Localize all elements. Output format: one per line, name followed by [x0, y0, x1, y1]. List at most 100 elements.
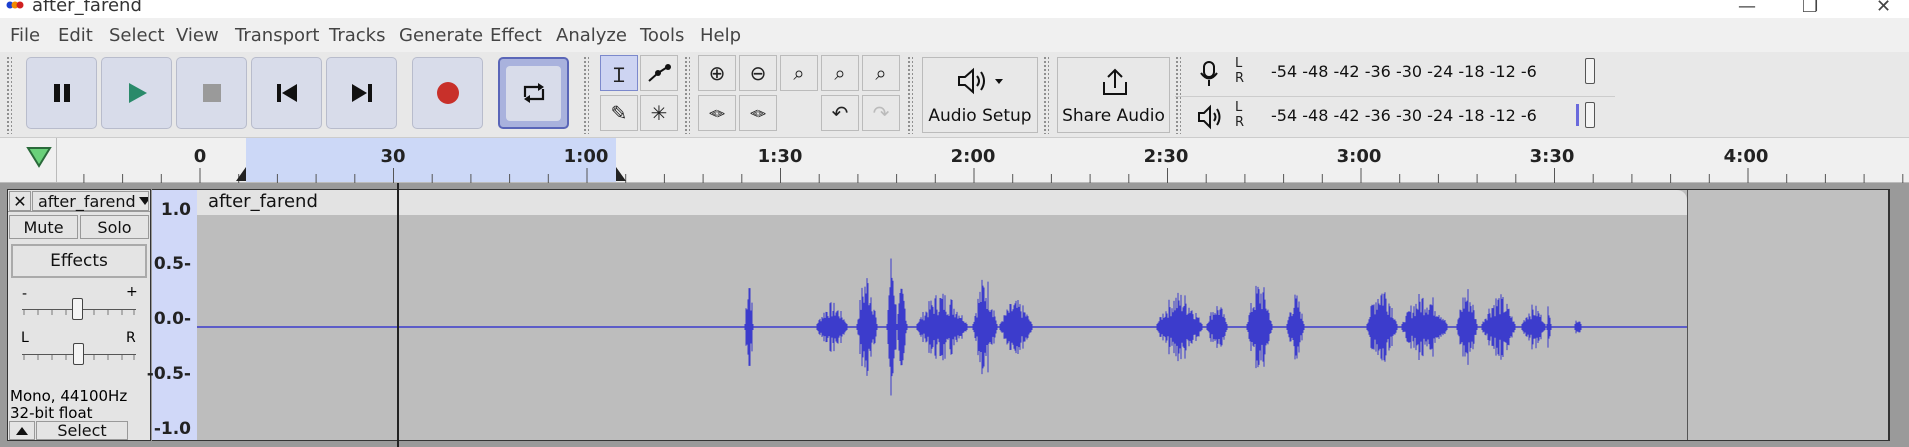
trim-icon: ⫷⫸: [709, 105, 725, 121]
meter-end-handle[interactable]: [1585, 58, 1595, 84]
effects-label: Effects: [50, 251, 108, 271]
skip-to-end-button[interactable]: [326, 57, 397, 129]
zoom-out-button[interactable]: ⊖: [739, 55, 777, 91]
scale-label-0-5: 0.5-: [153, 254, 191, 274]
audio-clip[interactable]: after_farend: [197, 190, 1688, 440]
zoom-toggle-button[interactable]: ⌕: [862, 55, 900, 91]
pause-icon: [53, 84, 70, 102]
zoom-in-button[interactable]: ⊕: [698, 55, 736, 91]
i-beam-icon: Ｉ: [609, 62, 629, 87]
waveform[interactable]: [197, 215, 1687, 439]
toolbar-grip[interactable]: [1175, 56, 1181, 134]
gain-slider[interactable]: [22, 298, 136, 320]
share-audio-label: Share Audio: [1062, 106, 1165, 126]
menu-analyze[interactable]: Analyze: [556, 25, 627, 46]
clip-title-bar[interactable]: after_farend: [197, 190, 1687, 215]
share-audio-button[interactable]: Share Audio: [1057, 57, 1170, 133]
fit-project-button[interactable]: ⌕: [821, 55, 859, 91]
toolbar-grip[interactable]: [907, 56, 913, 134]
toolbar: Ｉ ✎ ✳ ⊕ ⊖ ⌕ ⌕ ⌕ ⫷⫸ ⫷⫸ ↶ ↷ Audio Setup Sh…: [0, 52, 1909, 138]
meter-end-handle[interactable]: [1585, 102, 1595, 128]
play-icon: [128, 83, 147, 103]
track-area: ✕ after_farend Mute Solo Effects - + L R: [0, 183, 1909, 447]
menu-edit[interactable]: Edit: [58, 25, 93, 46]
menu-tracks[interactable]: Tracks: [329, 25, 385, 46]
menu-generate[interactable]: Generate: [399, 25, 483, 46]
pause-button[interactable]: [26, 57, 97, 129]
menu-view[interactable]: View: [176, 25, 219, 46]
zoom-out-icon: ⊖: [749, 61, 767, 85]
menu-select[interactable]: Select: [109, 25, 165, 46]
menu-help[interactable]: Help: [700, 25, 741, 46]
pan-slider-thumb[interactable]: [73, 343, 84, 365]
restore-button[interactable]: ❐: [1802, 0, 1818, 17]
draw-tool-button[interactable]: ✎: [600, 95, 638, 131]
solo-label: Solo: [97, 217, 132, 237]
track-canvas[interactable]: after_farend: [197, 189, 1890, 441]
collapse-track-button[interactable]: [9, 421, 35, 440]
toolbar-grip[interactable]: [684, 56, 690, 134]
selection-tool-button[interactable]: Ｉ: [600, 55, 638, 91]
close-track-button[interactable]: ✕: [9, 191, 31, 211]
effects-button[interactable]: Effects: [11, 244, 147, 278]
play-button[interactable]: [101, 57, 172, 129]
clip-name: after_farend: [208, 191, 318, 212]
toolbar-grip[interactable]: [1043, 56, 1049, 134]
meter-left-channel-label: L: [1235, 56, 1243, 71]
select-track-button[interactable]: Select: [36, 421, 128, 440]
undo-button[interactable]: ↶: [821, 95, 859, 131]
minimize-button[interactable]: —: [1738, 0, 1756, 17]
audacity-logo-icon: [6, 1, 24, 9]
playback-meter[interactable]: L R -54 -48 -42 -36 -30 -24 -18 -12 -6: [1235, 98, 1603, 132]
menu-file[interactable]: File: [10, 25, 40, 46]
track-name-menu[interactable]: after_farend: [32, 191, 149, 211]
menu-effect[interactable]: Effect: [490, 25, 542, 46]
speaker-dropdown-icon: [958, 67, 1003, 95]
ruler-label-3-30: 3:30: [1529, 146, 1575, 167]
envelope-tool-button[interactable]: [640, 55, 678, 91]
redo-button[interactable]: ↷: [862, 95, 900, 131]
vertical-amplitude-scale[interactable]: 1.0 0.5- 0.0- -0.5- -1.0: [147, 189, 197, 441]
toolbar-grip[interactable]: [6, 56, 12, 134]
close-window-button[interactable]: ✕: [1876, 0, 1891, 17]
timeline-ruler[interactable]: 0 30 1:00 1:30 2:00 2:30 3:00 3:30 4:00: [0, 138, 1909, 183]
selection-end-marker[interactable]: [614, 165, 628, 183]
skip-to-start-button[interactable]: [251, 57, 322, 129]
stop-button[interactable]: [176, 57, 247, 129]
collapse-up-icon: [16, 426, 28, 435]
share-upload-icon: [1103, 68, 1127, 95]
skip-to-end-icon: [351, 84, 372, 102]
meter-scale: -54 -48 -42 -36 -30 -24 -18 -12 -6: [1271, 106, 1537, 125]
recording-meter[interactable]: L R -54 -48 -42 -36 -30 -24 -18 -12 -6: [1235, 54, 1603, 88]
ruler-label-4-00: 4:00: [1723, 146, 1769, 167]
record-button[interactable]: [412, 57, 483, 129]
selection-start-marker[interactable]: [234, 165, 248, 183]
menu-tools[interactable]: Tools: [640, 25, 684, 46]
gain-slider-thumb[interactable]: [72, 298, 83, 320]
ruler-label-1-00: 1:00: [563, 146, 609, 167]
asterisk-icon: ✳: [650, 101, 668, 125]
mute-button[interactable]: Mute: [9, 215, 78, 239]
fit-selection-button[interactable]: ⌕: [780, 55, 818, 91]
audio-setup-button[interactable]: Audio Setup: [922, 57, 1038, 133]
solo-button[interactable]: Solo: [80, 215, 149, 239]
trim-audio-button[interactable]: ⫷⫸: [698, 95, 736, 131]
toolbar-grip[interactable]: [583, 56, 589, 134]
multi-tool-button[interactable]: ✳: [640, 95, 678, 131]
zoom-in-icon: ⊕: [708, 61, 726, 85]
microphone-icon[interactable]: [1197, 60, 1221, 88]
scale-label-1: 1.0: [160, 200, 191, 220]
silence-audio-button[interactable]: ⫷⫸: [739, 95, 777, 131]
silence-icon: ⫷⫸: [750, 105, 766, 121]
audacity-window: after_farend — ❐ ✕ File Edit Select View…: [0, 0, 1909, 447]
pan-slider[interactable]: [22, 343, 136, 365]
select-label: Select: [57, 421, 107, 440]
ruler-label-3-00: 3:00: [1336, 146, 1382, 167]
fit-project-icon: ⌕: [834, 61, 846, 85]
track-format-rate: Mono, 44100Hz: [10, 387, 128, 405]
chevron-down-icon: [138, 197, 148, 205]
menu-transport[interactable]: Transport: [235, 25, 319, 46]
loop-button[interactable]: [498, 57, 569, 129]
ruler-label-0: 0: [193, 146, 207, 167]
speaker-icon[interactable]: [1196, 104, 1224, 130]
